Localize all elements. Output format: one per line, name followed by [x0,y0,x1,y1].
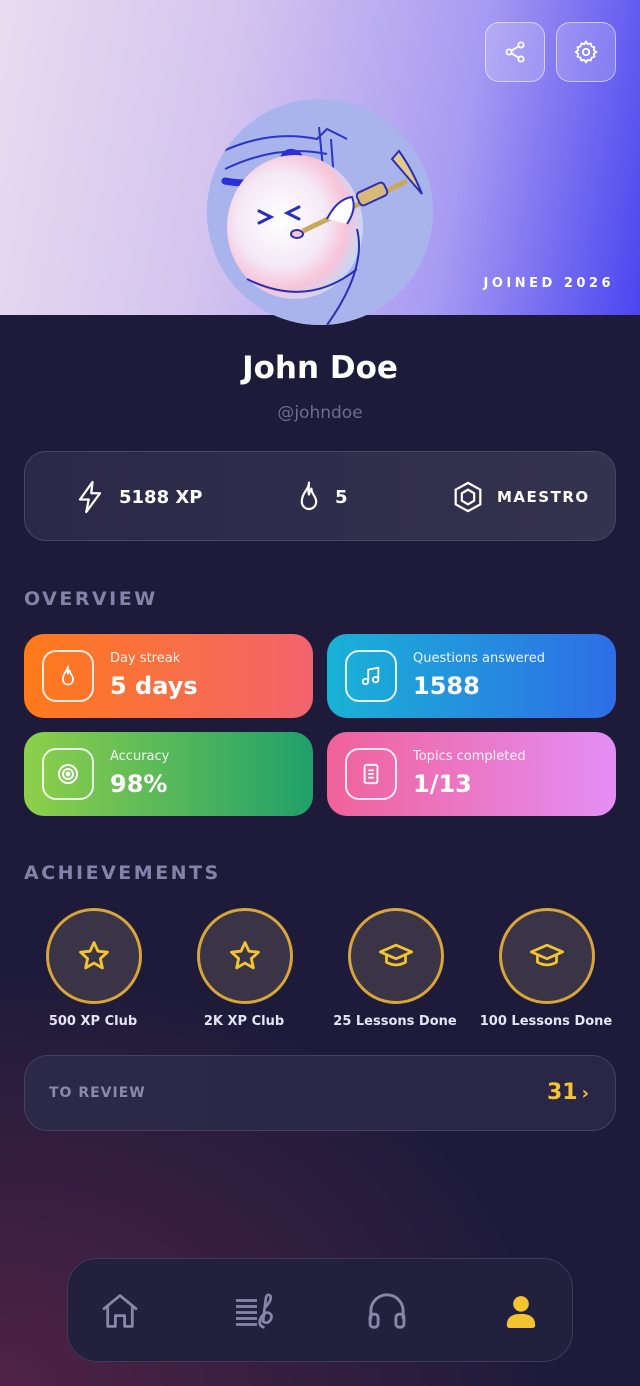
star-icon [230,941,260,970]
trumpet-player-avatar [207,99,433,325]
xp-stat: 5188 XP [75,452,202,542]
achievement-25-lessons[interactable] [348,908,444,1004]
headphones-icon [368,1293,406,1329]
hexagon-icon [454,481,482,513]
card-topics-completed[interactable]: Topics completed 1/13 [327,732,616,816]
card-day-streak[interactable]: Day streak 5 days [24,634,313,718]
achievement-100-lessons[interactable] [499,908,595,1004]
achievement-label: 100 Lessons Done [479,1014,613,1029]
chevron-right-icon: › [581,1083,589,1104]
joined-label: JOINED 2026 [483,276,614,291]
card-accuracy[interactable]: Accuracy 98% [24,732,313,816]
card-icon-box [42,748,94,800]
avatar[interactable] [207,99,433,325]
user-icon [506,1296,536,1328]
card-label: Accuracy [110,749,170,764]
profile-name: John Doe [242,350,398,386]
card-questions-answered[interactable]: Questions answered 1588 [327,634,616,718]
music-note-icon [361,666,380,686]
card-value: 1/13 [413,770,472,798]
review-label: TO REVIEW [49,1085,146,1101]
share-icon [505,41,525,63]
nav-profile[interactable] [491,1281,551,1341]
nav-lessons[interactable] [224,1281,284,1341]
share-button[interactable] [485,22,545,82]
star-icon [79,941,109,970]
target-icon [58,764,78,784]
card-icon-box [345,650,397,702]
overview-title: OVERVIEW [24,588,158,610]
achievement-2k-xp[interactable] [197,908,293,1004]
sheet-music-icon [236,1293,273,1329]
achievement-label: 2K XP Club [203,1014,285,1029]
achievement-label: 500 XP Club [48,1014,138,1029]
to-review-button[interactable]: TO REVIEW 31 › [24,1055,616,1131]
card-value: 1588 [413,672,480,700]
graduation-cap-icon [529,943,565,967]
rank-stat: MAESTRO [453,452,590,542]
document-icon [363,763,379,785]
gear-icon [574,40,598,64]
bottom-nav [67,1258,573,1362]
card-value: 98% [110,770,168,798]
card-icon-box [345,748,397,800]
card-value: 5 days [110,672,198,700]
profile-handle: @johndoe [277,403,363,423]
home-icon [102,1294,138,1328]
achievement-label: 25 Lessons Done [333,1014,457,1029]
achievement-500-xp[interactable] [46,908,142,1004]
card-label: Day streak [110,651,181,666]
flame-icon [61,665,75,686]
streak-stat: 5 [297,452,348,542]
review-count: 31 [546,1080,578,1105]
stats-bar: 5188 XP 5 MAESTRO [24,451,616,541]
graduation-cap-icon [378,943,414,967]
lightning-icon [78,480,102,514]
card-icon-box [42,650,94,702]
flame-icon [300,481,318,511]
card-label: Questions answered [413,651,545,666]
xp-value: 5188 XP [119,486,203,508]
achievements-title: ACHIEVEMENTS [24,862,221,884]
nav-home[interactable] [90,1281,150,1341]
nav-listening[interactable] [357,1281,417,1341]
settings-button[interactable] [556,22,616,82]
card-label: Topics completed [413,749,526,764]
rank-value: MAESTRO [497,488,590,506]
streak-value: 5 [335,486,348,508]
review-count-wrap: 31 › [547,1080,589,1105]
